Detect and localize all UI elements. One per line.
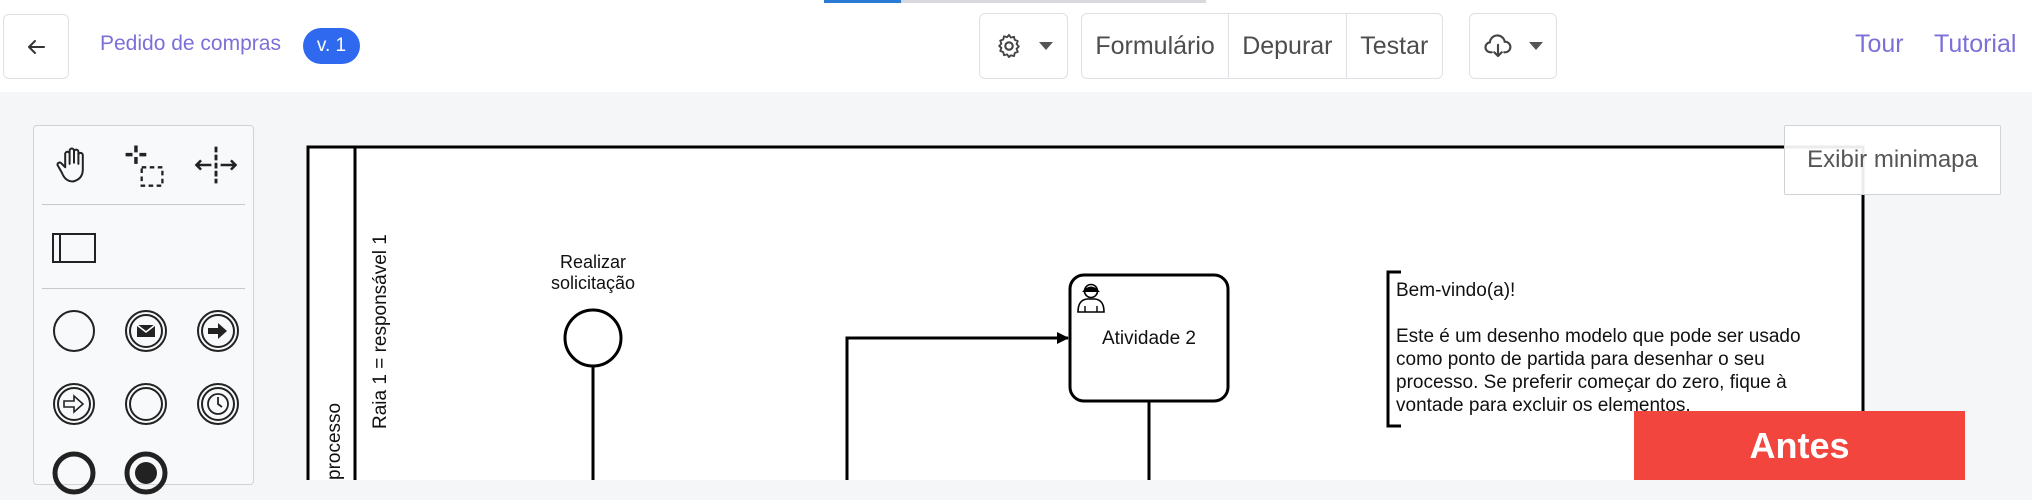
chevron-down-icon xyxy=(1529,42,1543,50)
create-timer-event-tool[interactable] xyxy=(191,377,245,431)
arrow-left-icon xyxy=(28,39,45,54)
test-button[interactable]: Testar xyxy=(1347,14,1442,78)
start-event[interactable] xyxy=(563,308,623,368)
create-message-event-tool[interactable] xyxy=(119,304,173,358)
create-pool-tool[interactable] xyxy=(47,221,101,275)
lasso-select-icon xyxy=(125,145,164,187)
start-event-label-line2[interactable]: solicitação xyxy=(551,273,635,293)
before-badge: Antes xyxy=(1634,411,1965,480)
annotation-title: Bem-vindo(a)! xyxy=(1396,280,1516,301)
create-link-event-tool[interactable] xyxy=(191,304,245,358)
gear-icon xyxy=(997,33,1020,59)
text-annotation[interactable]: Bem-vindo(a)! Este é um desenho modelo q… xyxy=(1396,279,1816,417)
tab-indicator-inactive xyxy=(901,0,1206,3)
arrow-right-event-icon xyxy=(197,310,239,352)
create-start-event-tool[interactable] xyxy=(47,304,101,358)
intermediate-event-icon xyxy=(125,383,167,425)
back-button[interactable] xyxy=(3,14,69,79)
form-button[interactable]: Formulário xyxy=(1082,14,1230,78)
tutorial-link[interactable]: Tutorial xyxy=(1934,30,2016,59)
start-event-label[interactable]: Realizar xyxy=(560,252,626,272)
action-button-group: Formulário Depurar Testar xyxy=(1081,13,1443,79)
create-end-event-tool[interactable] xyxy=(47,446,101,500)
minimap-toggle-button[interactable]: Exibir minimapa xyxy=(1784,125,2001,195)
lasso-tool[interactable] xyxy=(117,138,171,192)
task-label: Atividade 2 xyxy=(1102,328,1196,349)
download-button[interactable] xyxy=(1469,13,1557,79)
tour-link[interactable]: Tour xyxy=(1855,30,1904,59)
space-tool[interactable] xyxy=(189,138,243,192)
hand-icon xyxy=(56,147,84,183)
arrow-right-outline-event-icon xyxy=(53,383,95,425)
create-intermediate-event-tool[interactable] xyxy=(119,377,173,431)
cloud-download-icon xyxy=(1484,34,1512,58)
palette-separator xyxy=(42,204,245,205)
create-terminate-event-tool[interactable] xyxy=(119,446,173,500)
envelope-event-icon xyxy=(125,310,167,352)
pool-icon xyxy=(52,233,96,263)
create-link-catch-event-tool[interactable] xyxy=(47,377,101,431)
lane-label[interactable]: Raia 1 = responsável 1 xyxy=(370,234,391,429)
chevron-down-icon xyxy=(1038,42,1053,50)
top-bar: Pedido de compras v. 1 Formulário Depura… xyxy=(0,0,2032,92)
version-badge[interactable]: v. 1 xyxy=(303,28,360,64)
timer-event-icon xyxy=(197,383,239,425)
pool-label[interactable]: processo xyxy=(324,403,345,480)
end-event-icon xyxy=(52,451,96,495)
hand-tool[interactable] xyxy=(47,138,101,192)
breadcrumb-process-name[interactable]: Pedido de compras xyxy=(100,32,281,56)
tab-indicator-active xyxy=(824,0,901,3)
terminate-event-icon xyxy=(124,451,168,495)
tool-palette xyxy=(33,125,254,495)
debug-button[interactable]: Depurar xyxy=(1229,14,1347,78)
start-event-icon xyxy=(53,310,95,352)
settings-button[interactable] xyxy=(979,13,1068,79)
space-tool-icon xyxy=(194,146,238,184)
annotation-body: Este é um desenho modelo que pode ser us… xyxy=(1396,326,1801,416)
palette-separator xyxy=(42,288,245,289)
